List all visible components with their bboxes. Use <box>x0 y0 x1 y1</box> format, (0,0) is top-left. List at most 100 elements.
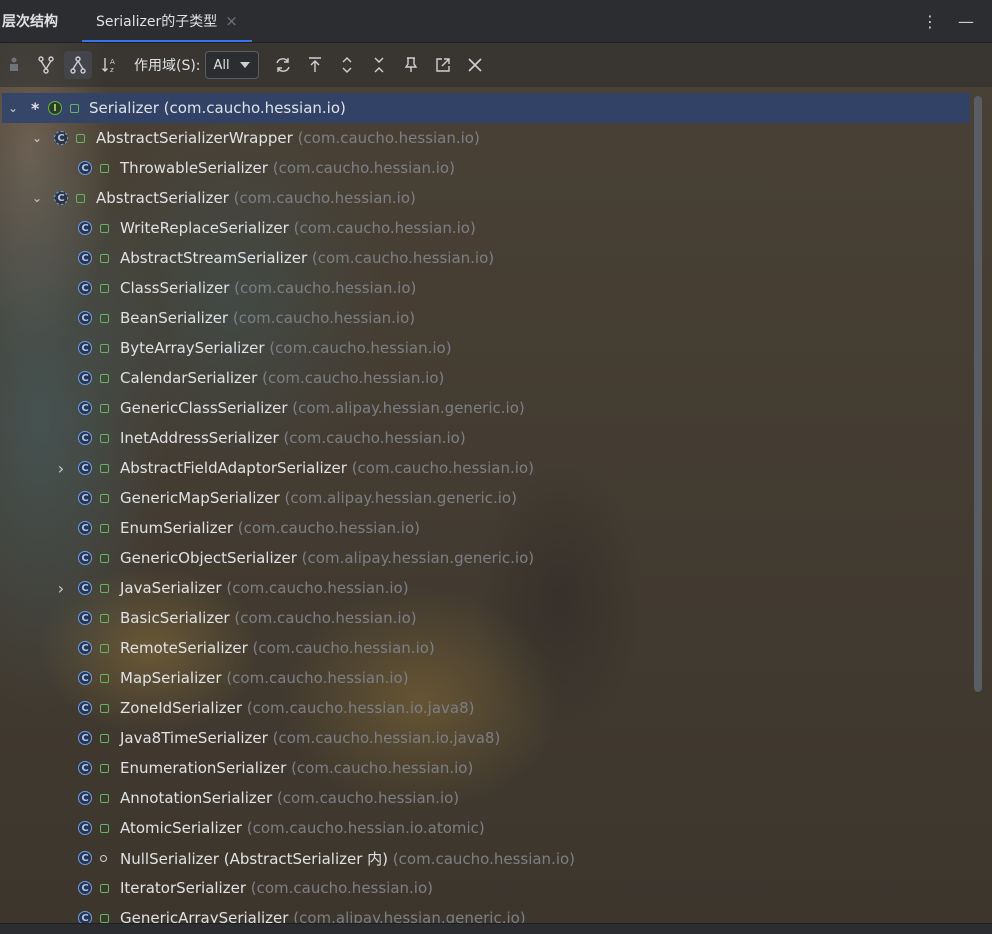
public-access-icon <box>100 823 109 833</box>
class-name: GenericObjectSerializer <box>120 549 297 567</box>
tree-row[interactable]: C AnnotationSerializer (com.caucho.hessia… <box>0 783 970 813</box>
tree-row[interactable]: C BeanSerializer (com.caucho.hessian.io) <box>0 303 970 333</box>
tree-row[interactable]: C ClassSerializer (com.caucho.hessian.io) <box>0 273 970 303</box>
tree-row[interactable]: C ByteArraySerializer (com.caucho.hessian… <box>0 333 970 363</box>
class-icon: C <box>78 371 92 385</box>
class-name: GenericMapSerializer <box>120 489 280 507</box>
close-icon[interactable] <box>461 51 489 79</box>
abstract-class-icon: C <box>54 131 68 145</box>
tree-row[interactable]: C ThrowableSerializer (com.caucho.hessian… <box>0 153 970 183</box>
tree-row[interactable]: C BasicSerializer (com.caucho.hessian.io) <box>0 603 970 633</box>
public-access-icon <box>100 553 109 563</box>
tree-row[interactable]: C EnumSerializer (com.caucho.hessian.io) <box>0 513 970 543</box>
package-name: (com.caucho.hessian.io) <box>221 579 409 597</box>
tree-row[interactable]: C AtomicSerializer (com.caucho.hessian.io… <box>0 813 970 843</box>
package-name: (com.caucho.hessian.io) <box>229 609 417 627</box>
type-hierarchy-icon[interactable] <box>0 51 28 79</box>
sort-alphabetically-icon[interactable]: Az <box>96 51 124 79</box>
tree-row[interactable]: C ZoneIdSerializer (com.caucho.hessian.io… <box>0 693 970 723</box>
pin-icon[interactable] <box>397 51 425 79</box>
tree-row-root[interactable]: ⌄ * I Serializer (com.caucho.hessian.io) <box>2 93 970 123</box>
class-icon: C <box>78 761 92 775</box>
base-on-this-class-icon[interactable] <box>301 51 329 79</box>
tree-row[interactable]: C GenericArraySerializer (com.alipay.hess… <box>0 903 970 923</box>
class-icon: C <box>78 461 92 475</box>
chevron-right-icon[interactable]: › <box>54 459 68 478</box>
tree-row[interactable]: C WriteReplaceSerializer (com.caucho.hess… <box>0 213 970 243</box>
minimize-icon[interactable]: — <box>958 12 974 31</box>
class-name: CalendarSerializer <box>120 369 258 387</box>
tree-row[interactable]: C InetAddressSerializer (com.caucho.hessi… <box>0 423 970 453</box>
package-name: (com.alipay.hessian.generic.io) <box>296 549 535 567</box>
class-name: AbstractSerializerWrapper <box>96 129 293 147</box>
package-name: (com.caucho.hessian.io) <box>292 129 480 147</box>
tree-row-label: GenericClassSerializer (com.alipay.hessi… <box>120 399 525 417</box>
package-name: (com.caucho.hessian.io) <box>307 249 495 267</box>
tree-row[interactable]: C NullSerializer (AbstractSerializer 内) (… <box>0 843 970 873</box>
expand-all-icon[interactable] <box>333 51 361 79</box>
tree-row-label: AbstractFieldAdaptorSerializer (com.cauc… <box>120 459 534 477</box>
scope-label: 作用域(S): <box>134 58 201 74</box>
public-access-icon <box>100 763 109 773</box>
public-access-icon <box>76 193 85 203</box>
tree-row[interactable]: C Java8TimeSerializer (com.caucho.hessian… <box>0 723 970 753</box>
tree-row-label: AtomicSerializer (com.caucho.hessian.io.… <box>120 819 485 837</box>
class-name: NullSerializer (AbstractSerializer 内) <box>120 849 389 868</box>
tree-row[interactable]: C EnumerationSerializer (com.caucho.hessi… <box>0 753 970 783</box>
collapse-all-icon[interactable] <box>365 51 393 79</box>
tree-row[interactable]: C RemoteSerializer (com.caucho.hessian.io… <box>0 633 970 663</box>
package-name: (com.caucho.hessian.io) <box>247 639 435 657</box>
tree-row[interactable]: C GenericMapSerializer (com.alipay.hessia… <box>0 483 970 513</box>
svg-text:A: A <box>110 58 115 66</box>
class-name: WriteReplaceSerializer <box>120 219 289 237</box>
tree-row-label: GenericMapSerializer (com.alipay.hessian… <box>120 489 517 507</box>
class-icon: C <box>78 401 92 415</box>
class-icon: C <box>78 641 92 655</box>
tab-serializer-subtypes[interactable]: Serializer的子类型 × <box>82 0 252 42</box>
class-name: BasicSerializer <box>120 609 230 627</box>
tree-row-label: EnumSerializer (com.caucho.hessian.io) <box>120 519 420 537</box>
vertical-scrollbar[interactable] <box>974 96 982 692</box>
subtypes-hierarchy-icon[interactable] <box>64 51 92 79</box>
tree-row-label: ZoneIdSerializer (com.caucho.hessian.io.… <box>120 699 475 717</box>
close-icon[interactable]: × <box>225 12 238 30</box>
class-icon: C <box>78 431 92 445</box>
tree-row[interactable]: › C AbstractFieldAdaptorSerializer (com.ca… <box>0 453 970 483</box>
package-name: (com.caucho.hessian.io) <box>267 159 455 177</box>
tree-row[interactable]: ⌄ C AbstractSerializer (com.caucho.hessian… <box>0 183 970 213</box>
tree-row[interactable]: C GenericClassSerializer (com.alipay.hess… <box>0 393 970 423</box>
tree-row-label: WriteReplaceSerializer (com.caucho.hessi… <box>120 219 476 237</box>
class-name: ZoneIdSerializer <box>120 699 243 717</box>
scope-dropdown[interactable]: All <box>204 51 259 79</box>
supertypes-hierarchy-icon[interactable] <box>32 51 60 79</box>
class-icon: C <box>78 341 92 355</box>
tree-row-label: AbstractStreamSerializer (com.caucho.hes… <box>120 249 494 267</box>
class-name: Java8TimeSerializer <box>120 729 268 747</box>
tree-row[interactable]: C AbstractStreamSerializer (com.caucho.he… <box>0 243 970 273</box>
chevron-down-icon[interactable]: ⌄ <box>6 101 20 115</box>
package-name: (com.caucho.hessian.io) <box>264 339 452 357</box>
package-name: (com.alipay.hessian.generic.io) <box>288 909 526 923</box>
tree-row-label: RemoteSerializer (com.caucho.hessian.io) <box>120 639 435 657</box>
public-access-icon <box>70 103 79 113</box>
refresh-icon[interactable] <box>269 51 297 79</box>
class-name: ByteArraySerializer <box>120 339 265 357</box>
tree-row[interactable]: C IteratorSerializer (com.caucho.hessian.… <box>0 873 970 903</box>
tree-row[interactable]: C MapSerializer (com.caucho.hessian.io) <box>0 663 970 693</box>
public-access-icon <box>100 493 109 503</box>
public-access-icon <box>100 163 109 173</box>
chevron-down-icon[interactable]: ⌄ <box>30 131 44 145</box>
class-name: MapSerializer <box>120 669 222 687</box>
tree-row[interactable]: › C JavaSerializer (com.caucho.hessian.io) <box>0 573 970 603</box>
class-name: JavaSerializer <box>120 579 222 597</box>
more-vertical-icon[interactable]: ⋮ <box>922 12 938 31</box>
chevron-down-icon[interactable]: ⌄ <box>30 191 44 205</box>
tree-row[interactable]: C CalendarSerializer (com.caucho.hessian.… <box>0 363 970 393</box>
tree-row-label: EnumerationSerializer (com.caucho.hessia… <box>120 759 473 777</box>
package-name: (com.caucho.hessian.io) <box>228 189 416 207</box>
tree-row[interactable]: C GenericObjectSerializer (com.alipay.hes… <box>0 543 970 573</box>
chevron-right-icon[interactable]: › <box>54 579 68 598</box>
public-access-icon <box>100 433 109 443</box>
open-in-new-window-icon[interactable] <box>429 51 457 79</box>
tree-row[interactable]: ⌄ C AbstractSerializerWrapper (com.caucho.… <box>0 123 970 153</box>
